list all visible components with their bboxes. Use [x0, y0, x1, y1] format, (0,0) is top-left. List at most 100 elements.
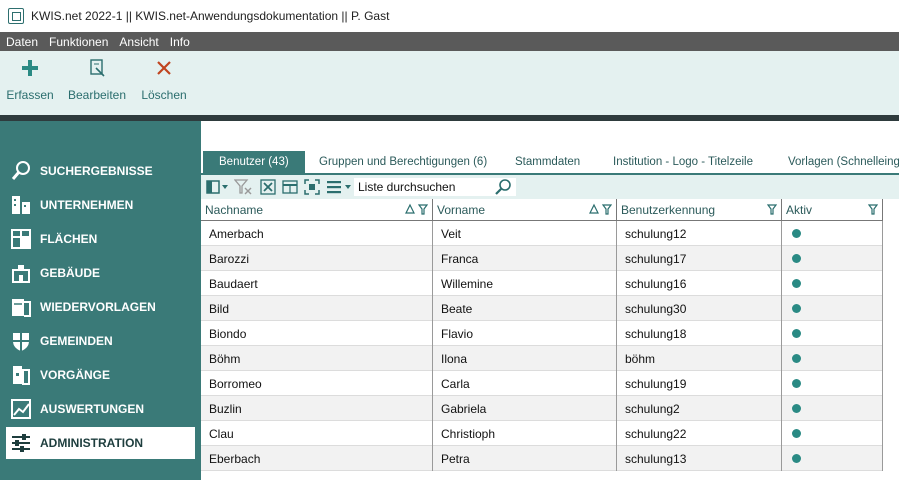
plus-icon [22, 60, 38, 76]
sidebar-item-label: VORGÄNGE [40, 368, 111, 382]
sort-icon[interactable] [405, 203, 415, 215]
sidebar-item-wiedervorlagen[interactable]: WIEDERVORLAGEN [6, 291, 195, 323]
tab-benutzer[interactable]: Benutzer (43) [203, 151, 305, 173]
menu-ansicht[interactable]: Ansicht [119, 35, 158, 49]
menu-daten[interactable]: Daten [6, 35, 38, 49]
sidebar-item-vorgaenge[interactable]: VORGÄNGE [6, 359, 195, 391]
cell-vorname: Ilona [433, 346, 617, 371]
menu-info[interactable]: Info [170, 35, 190, 49]
cell-nachname: Böhm [201, 346, 433, 371]
cell-aktiv [782, 446, 883, 471]
cell-benutzerkennung: schulung16 [617, 271, 782, 296]
ribbon: Erfassen Bearbeiten Löschen [0, 51, 899, 115]
menu-funktionen[interactable]: Funktionen [49, 35, 108, 49]
cell-nachname: Barozzi [201, 246, 433, 271]
tab-vorlagen[interactable]: Vorlagen (Schnelleingabe) [788, 151, 899, 173]
building-icon [10, 194, 32, 216]
sidebar-item-flaechen[interactable]: FLÄCHEN [6, 223, 195, 255]
cell-benutzerkennung: schulung18 [617, 321, 782, 346]
loeschen-button[interactable]: Löschen [141, 51, 187, 115]
cell-vorname: Willemine [433, 271, 617, 296]
column-header-aktiv[interactable]: Aktiv [782, 199, 883, 221]
filter-icon[interactable] [602, 203, 612, 215]
table-row[interactable]: Buzlin Gabriela schulung2 [201, 396, 883, 421]
table-row[interactable]: Baudaert Willemine schulung16 [201, 271, 883, 296]
tab-gruppen[interactable]: Gruppen und Berechtigungen (6) [319, 151, 487, 173]
cell-vorname: Franca [433, 246, 617, 271]
search-icon[interactable] [494, 178, 512, 201]
clear-filter-icon[interactable] [234, 178, 252, 196]
cell-vorname: Petra [433, 446, 617, 471]
column-header-vorname[interactable]: Vorname [433, 199, 617, 221]
active-status-dot [792, 229, 801, 238]
table-row[interactable]: Böhm Ilona böhm [201, 346, 883, 371]
sidebar-item-administration[interactable]: ADMINISTRATION [6, 427, 195, 459]
erfassen-button[interactable]: Erfassen [6, 51, 54, 115]
sidebar-item-gemeinden[interactable]: GEMEINDEN [6, 325, 195, 357]
cell-vorname: Gabriela [433, 396, 617, 421]
sidebar-item-label: GEBÄUDE [40, 266, 101, 280]
process-icon [10, 364, 32, 386]
sidebar-item-label: UNTERNEHMEN [40, 198, 134, 212]
delete-icon [157, 61, 171, 75]
search-icon [10, 160, 32, 182]
cell-aktiv [782, 246, 883, 271]
cell-aktiv [782, 321, 883, 346]
sidebar: SUCHERGEBNISSE UNTERNEHMEN FLÄCHEN GEBÄU… [0, 121, 201, 480]
search-input[interactable] [354, 178, 516, 196]
cell-aktiv [782, 421, 883, 446]
sliders-icon [10, 432, 32, 454]
table-row[interactable]: Clau Christioph schulung22 [201, 421, 883, 446]
sidebar-item-auswertungen[interactable]: AUSWERTUNGEN [6, 393, 195, 425]
tab-stammdaten[interactable]: Stammdaten [515, 151, 580, 173]
menu-icon[interactable] [326, 178, 352, 196]
app-icon [8, 8, 24, 24]
fit-columns-icon[interactable] [304, 178, 320, 196]
bearbeiten-label: Bearbeiten [67, 88, 127, 102]
cell-benutzerkennung: schulung12 [617, 221, 782, 246]
tab-institution[interactable]: Institution - Logo - Titelzeile [613, 151, 753, 173]
sort-icon[interactable] [589, 203, 599, 215]
sidebar-item-unternehmen[interactable]: UNTERNEHMEN [6, 189, 195, 221]
table-row[interactable]: Borromeo Carla schulung19 [201, 371, 883, 396]
column-header-nachname[interactable]: Nachname [201, 199, 433, 221]
cell-nachname: Borromeo [201, 371, 433, 396]
menu-bar: Daten Funktionen Ansicht Info [0, 32, 899, 51]
main-content: Benutzer (43) Gruppen und Berechtigungen… [201, 121, 899, 480]
table-row[interactable]: Biondo Flavio schulung18 [201, 321, 883, 346]
sidebar-item-gebaeude[interactable]: GEBÄUDE [6, 257, 195, 289]
filter-icon[interactable] [767, 203, 777, 215]
table-row[interactable]: Bild Beate schulung30 [201, 296, 883, 321]
cell-nachname: Bild [201, 296, 433, 321]
column-header-benutzerkennung[interactable]: Benutzerkennung [617, 199, 782, 221]
filter-icon[interactable] [418, 203, 428, 215]
active-status-dot [792, 329, 801, 338]
columns-icon[interactable] [206, 178, 228, 196]
table-row[interactable]: Eberbach Petra schulung13 [201, 446, 883, 471]
table-row[interactable]: Amerbach Veit schulung12 [201, 221, 883, 246]
cell-benutzerkennung: schulung13 [617, 446, 782, 471]
cell-nachname: Eberbach [201, 446, 433, 471]
shield-icon [10, 330, 32, 352]
table-icon[interactable] [282, 178, 298, 196]
table-row[interactable]: Barozzi Franca schulung17 [201, 246, 883, 271]
area-icon [10, 228, 32, 250]
excel-export-icon[interactable] [260, 178, 276, 196]
edit-icon [90, 59, 105, 77]
cell-vorname: Beate [433, 296, 617, 321]
active-status-dot [792, 279, 801, 288]
cell-aktiv [782, 396, 883, 421]
loeschen-label: Löschen [141, 88, 187, 102]
table-body: Amerbach Veit schulung12 Barozzi Franca … [201, 221, 883, 471]
active-status-dot [792, 454, 801, 463]
cell-vorname: Carla [433, 371, 617, 396]
resubmission-icon [10, 296, 32, 318]
title-bar: KWIS.net 2022-1 || KWIS.net-Anwendungsdo… [0, 0, 899, 32]
chart-icon [10, 398, 32, 420]
cell-benutzerkennung: schulung19 [617, 371, 782, 396]
bearbeiten-button[interactable]: Bearbeiten [67, 51, 127, 115]
sidebar-item-suchergebnisse[interactable]: SUCHERGEBNISSE [6, 155, 195, 187]
cell-vorname: Flavio [433, 321, 617, 346]
filter-icon[interactable] [868, 203, 878, 215]
active-status-dot [792, 304, 801, 313]
